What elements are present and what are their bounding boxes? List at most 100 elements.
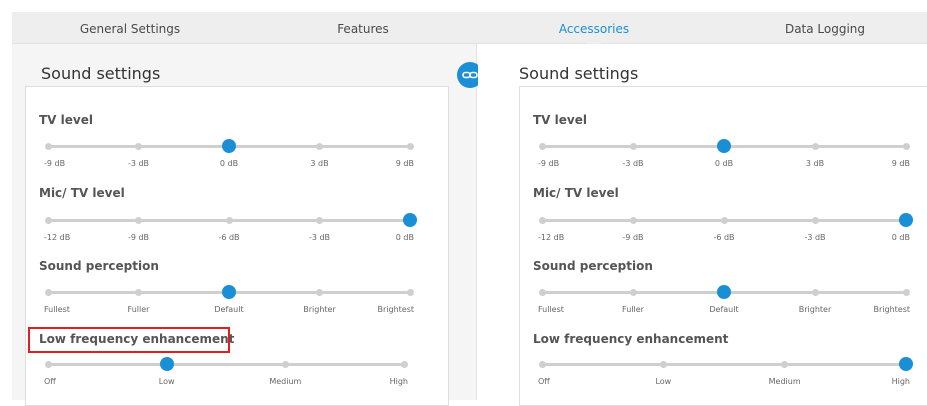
slider-stop[interactable] bbox=[316, 143, 323, 150]
slider-stop[interactable] bbox=[811, 143, 819, 150]
slider-tick-label: -3 dB bbox=[622, 159, 644, 168]
slider-tick-label: High bbox=[891, 377, 910, 386]
highlight-box bbox=[28, 327, 230, 353]
low-frequency-enhancement-slider[interactable]: Off Low Medium High bbox=[44, 357, 408, 387]
slider-tick-label: -9 dB bbox=[44, 159, 66, 168]
slider-tick-label: -3 dB bbox=[127, 159, 150, 168]
slider-tick-label: 0 dB bbox=[395, 233, 414, 242]
slider-thumb[interactable] bbox=[717, 139, 731, 153]
slider-tick-label: 9 dB bbox=[395, 159, 414, 168]
slider-track[interactable] bbox=[48, 363, 404, 366]
slider-stop[interactable] bbox=[135, 289, 142, 296]
slider-stop[interactable] bbox=[44, 289, 52, 296]
slider-tick-label: -3 dB bbox=[804, 233, 826, 242]
slider-stop[interactable] bbox=[629, 217, 637, 224]
mic-tv-level-slider[interactable]: -12 dB -9 dB -6 dB -3 dB 0 dB bbox=[538, 213, 913, 243]
slider-stop[interactable] bbox=[902, 143, 910, 150]
slider-tick-label: -12 dB bbox=[44, 233, 71, 242]
slider-tick-label: 9 dB bbox=[891, 159, 910, 168]
slider-tick-label: High bbox=[389, 377, 408, 386]
slider-stop[interactable] bbox=[135, 217, 142, 224]
slider-stop[interactable] bbox=[538, 289, 546, 296]
slider-tick-label: 3 dB bbox=[805, 159, 825, 168]
slider-tick-label: Fullest bbox=[44, 305, 70, 314]
tab-bar: General Settings Features Accessories Da… bbox=[12, 12, 927, 50]
low-frequency-enhancement-slider[interactable]: Off Low Medium High bbox=[538, 357, 913, 387]
slider-stop[interactable] bbox=[135, 143, 142, 150]
tab-accessories[interactable]: Accessories bbox=[478, 12, 710, 50]
slider-stop[interactable] bbox=[629, 143, 637, 150]
mic-tv-level-label: Mic/ TV level bbox=[39, 186, 125, 200]
slider-tick-label: Fuller bbox=[127, 305, 150, 314]
sound-perception-slider[interactable]: Fullest Fuller Default Brighter Brightest bbox=[44, 285, 414, 315]
left-panel: Sound settings TV level -9 dB -3 dB 0 dB 3 … bbox=[12, 44, 477, 406]
slider-stop[interactable] bbox=[538, 217, 546, 224]
slider-stop[interactable] bbox=[400, 361, 408, 368]
slider-tick-label: Brighter bbox=[303, 305, 336, 314]
slider-tick-label: 0 dB bbox=[219, 159, 239, 168]
slider-stop[interactable] bbox=[659, 361, 667, 368]
slider-tick-label: -12 dB bbox=[538, 233, 565, 242]
slider-tick-label: Default bbox=[214, 305, 244, 314]
sound-perception-label: Sound perception bbox=[533, 259, 653, 273]
tab-features[interactable]: Features bbox=[248, 12, 478, 44]
slider-stop[interactable] bbox=[406, 143, 414, 150]
slider-tick-label: -3 dB bbox=[308, 233, 331, 242]
slider-stop[interactable] bbox=[316, 217, 323, 224]
slider-tick-label: -9 dB bbox=[622, 233, 644, 242]
slider-track[interactable] bbox=[542, 363, 906, 366]
slider-tick-label: Fuller bbox=[622, 305, 644, 314]
section-title: Sound settings bbox=[41, 64, 161, 83]
slider-tick-label: -9 dB bbox=[127, 233, 150, 242]
slider-tick-label: 0 dB bbox=[891, 233, 910, 242]
sound-perception-slider[interactable]: Fullest Fuller Default Brighter Brightest bbox=[538, 285, 910, 315]
slider-thumb[interactable] bbox=[222, 139, 236, 153]
slider-stop[interactable] bbox=[538, 361, 546, 368]
slider-stop[interactable] bbox=[44, 143, 52, 150]
settings-card: TV level -9 dB -3 dB 0 dB 3 dB 9 dB Mic/ TV … bbox=[519, 86, 927, 406]
slider-stop[interactable] bbox=[720, 217, 728, 224]
slider-stop[interactable] bbox=[225, 217, 233, 224]
slider-tick-label: Off bbox=[538, 377, 550, 386]
tv-level-slider[interactable]: -9 dB -3 dB 0 dB 3 dB 9 dB bbox=[44, 139, 414, 169]
slider-tick-label: Brighter bbox=[798, 305, 832, 314]
tab-data-logging[interactable]: Data Logging bbox=[710, 12, 927, 44]
mic-tv-level-label: Mic/ TV level bbox=[533, 186, 619, 200]
settings-card: TV level -9 dB -3 dB 0 dB 3 dB 9 dB Mic/ TV … bbox=[25, 86, 449, 406]
slider-thumb[interactable] bbox=[403, 213, 417, 227]
slider-thumb[interactable] bbox=[222, 285, 236, 299]
slider-stop[interactable] bbox=[538, 143, 546, 150]
slider-thumb[interactable] bbox=[899, 213, 913, 227]
slider-tick-label: -9 dB bbox=[538, 159, 560, 168]
slider-tick-label: Off bbox=[44, 377, 56, 386]
tab-general-settings[interactable]: General Settings bbox=[12, 12, 248, 44]
slider-tick-label: Medium bbox=[768, 377, 801, 386]
slider-thumb[interactable] bbox=[717, 285, 731, 299]
slider-stop[interactable] bbox=[629, 289, 637, 296]
right-panel: Sound settings TV level -9 dB -3 dB 0 dB 3 … bbox=[478, 44, 927, 406]
slider-stop[interactable] bbox=[781, 361, 789, 368]
slider-thumb[interactable] bbox=[899, 357, 913, 371]
slider-stop[interactable] bbox=[811, 217, 819, 224]
slider-thumb[interactable] bbox=[159, 357, 174, 371]
slider-stop[interactable] bbox=[811, 289, 819, 296]
slider-stop[interactable] bbox=[281, 361, 289, 368]
mic-tv-level-slider[interactable]: -12 dB -9 dB -6 dB -3 dB 0 dB bbox=[44, 213, 417, 243]
slider-tick-label: Low bbox=[655, 377, 672, 386]
slider-tick-label: Fullest bbox=[538, 305, 564, 314]
slider-stop[interactable] bbox=[902, 289, 910, 296]
slider-tick-label: Brightest bbox=[873, 305, 910, 314]
slider-stop[interactable] bbox=[44, 217, 52, 224]
slider-stop[interactable] bbox=[44, 361, 52, 368]
tv-level-slider[interactable]: -9 dB -3 dB 0 dB 3 dB 9 dB bbox=[538, 139, 910, 169]
slider-tick-label: Brightest bbox=[377, 305, 414, 314]
tv-level-label: TV level bbox=[533, 113, 587, 127]
slider-stop[interactable] bbox=[316, 289, 323, 296]
slider-stop[interactable] bbox=[406, 289, 414, 296]
slider-tick-label: -6 dB bbox=[218, 233, 240, 242]
slider-tick-label: -6 dB bbox=[713, 233, 735, 242]
sound-perception-label: Sound perception bbox=[39, 259, 159, 273]
slider-tick-label: Default bbox=[709, 305, 739, 314]
slider-tick-label: Medium bbox=[269, 377, 302, 386]
slider-tick-label: 0 dB bbox=[714, 159, 734, 168]
